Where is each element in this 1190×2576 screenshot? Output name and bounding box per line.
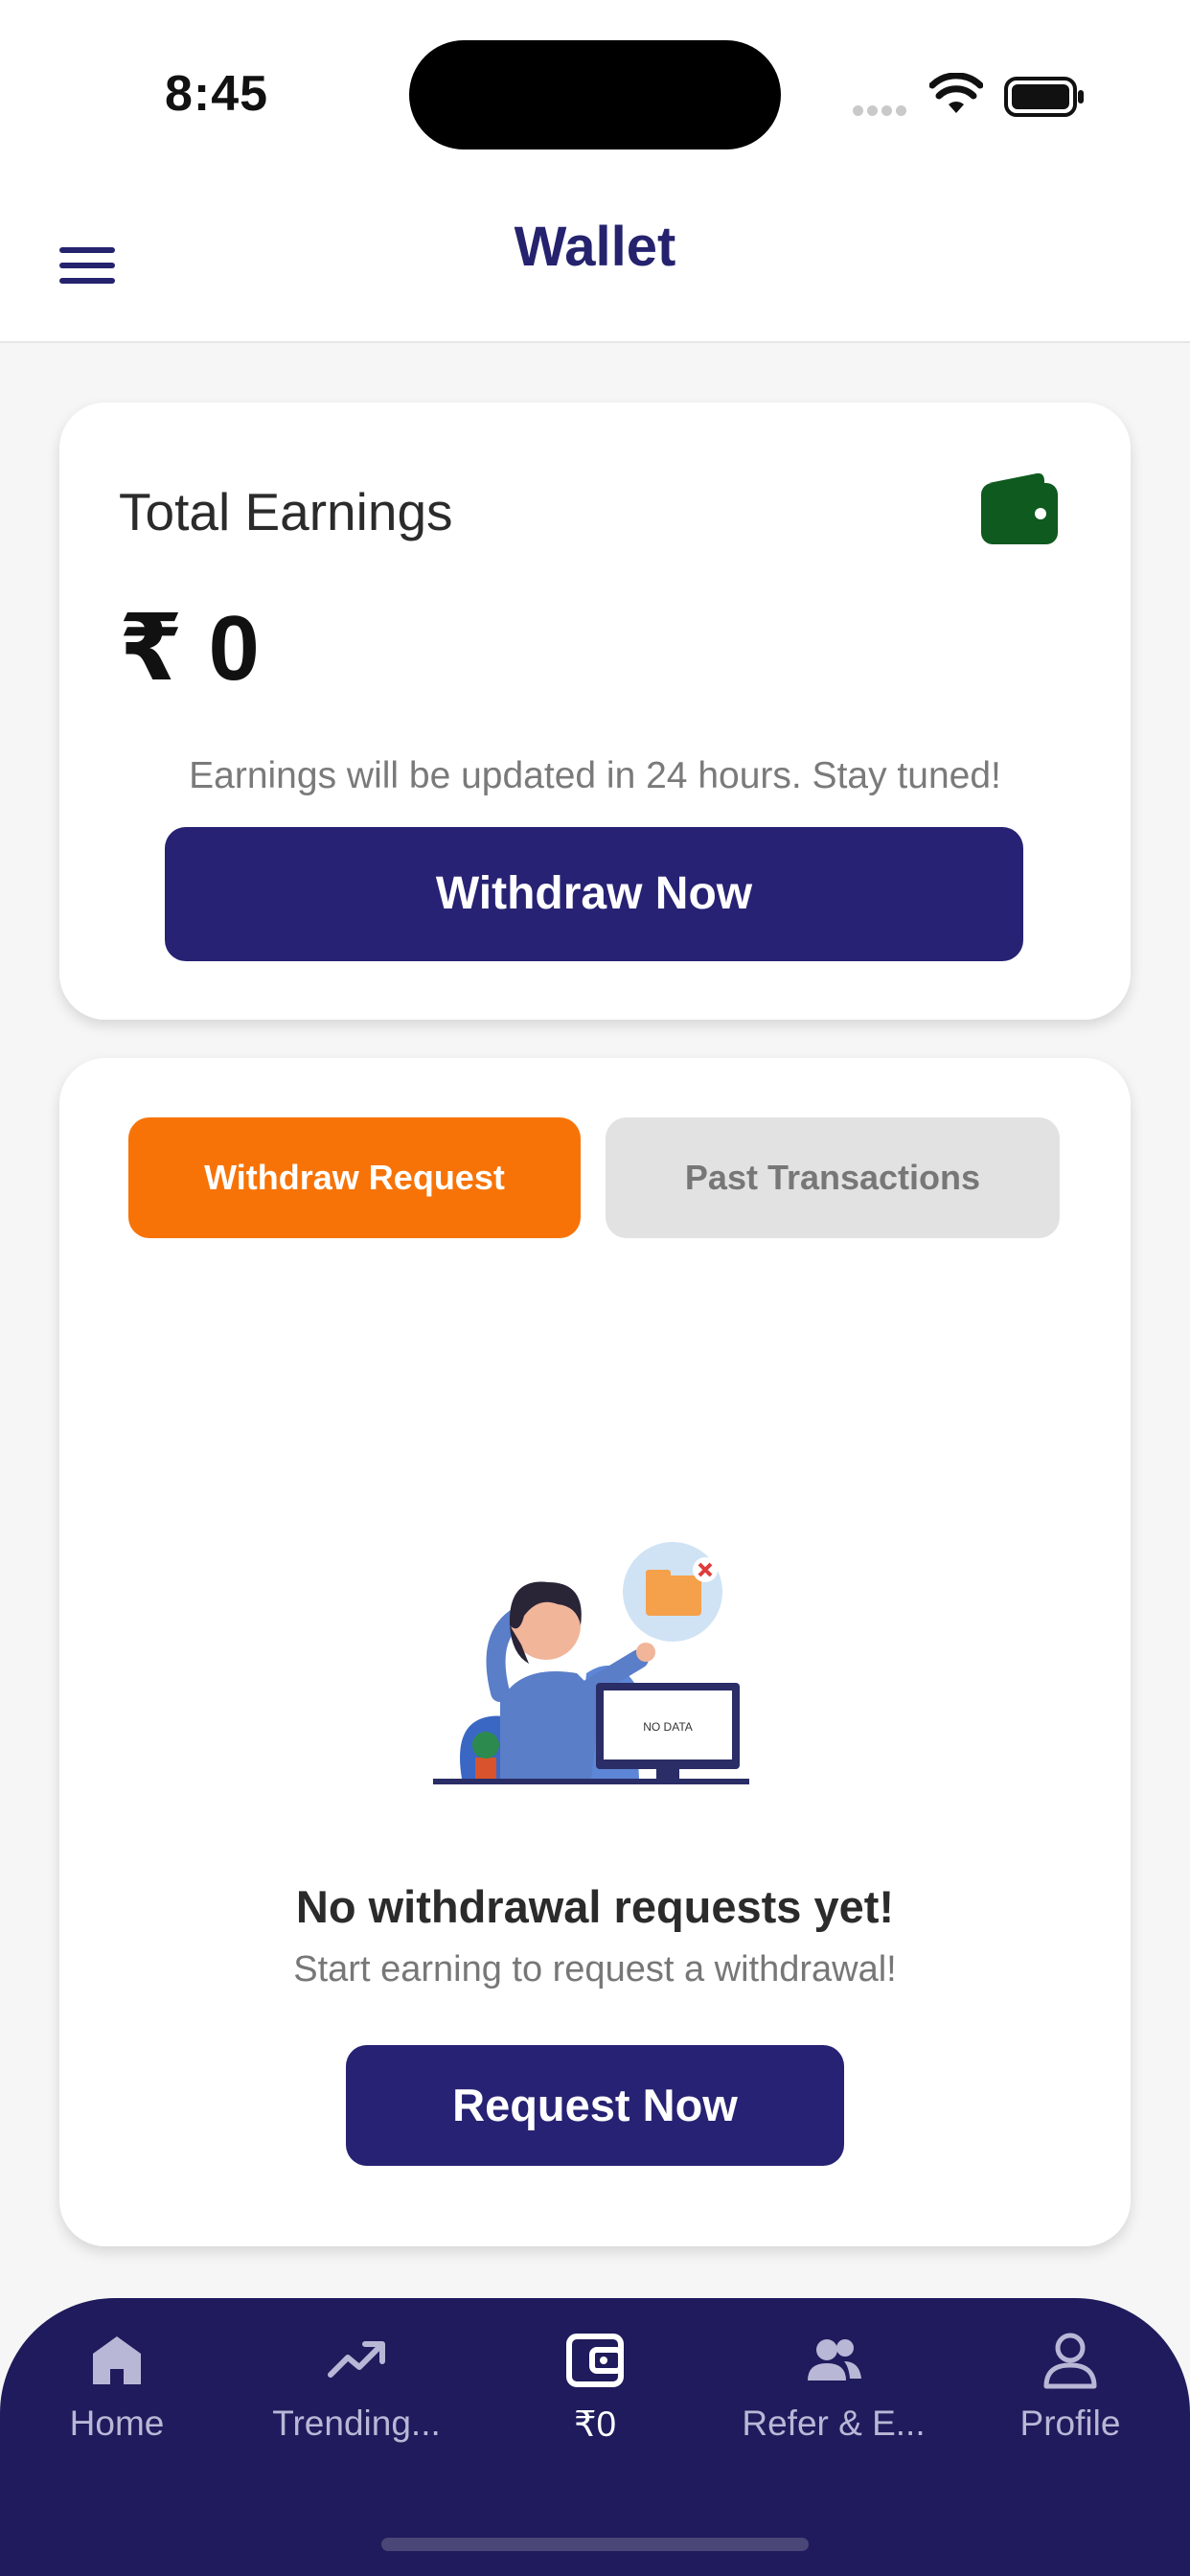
- profile-icon: [1043, 2333, 1097, 2389]
- app-header: Wallet: [0, 182, 1190, 343]
- nav-item-wallet[interactable]: ₹0: [480, 2329, 710, 2445]
- status-time: 8:45: [165, 66, 269, 122]
- earnings-update-note: Earnings will be updated in 24 hours. St…: [189, 755, 1001, 796]
- nav-item-profile[interactable]: Profile: [955, 2329, 1185, 2444]
- dynamic-island: [409, 40, 781, 150]
- nav-label-profile: Profile: [1019, 2404, 1121, 2443]
- tab-past-transactions[interactable]: Past Transactions: [606, 1117, 1060, 1238]
- empty-state-title: No withdrawal requests yet!: [295, 1881, 895, 1932]
- withdraw-requests-card: Withdraw Request Past Transactions NO DA…: [59, 1058, 1131, 2246]
- wallet-icon: [981, 472, 1058, 544]
- nav-label-wallet: ₹0: [573, 2404, 617, 2444]
- empty-state-subtitle: Start earning to request a withdrawal!: [293, 1949, 897, 1990]
- total-earnings-title: Total Earnings: [119, 482, 453, 541]
- trending-icon: [328, 2341, 385, 2378]
- status-bar: 8:45: [0, 0, 1190, 182]
- total-earnings-amount: ₹ 0: [119, 597, 260, 700]
- wallet-icon: [566, 2334, 624, 2387]
- nav-item-home[interactable]: Home: [2, 2329, 232, 2444]
- page-title: Wallet: [514, 216, 676, 278]
- total-earnings-card: Total Earnings ₹ 0 Earnings will be upda…: [59, 402, 1131, 1020]
- nav-label-trending: Trending...: [272, 2404, 441, 2443]
- battery-icon: [1004, 77, 1084, 117]
- nav-label-home: Home: [69, 2404, 165, 2443]
- bottom-navigation: Home Trending... ₹0 Refer & E... Profile: [0, 2298, 1190, 2576]
- nav-item-trending[interactable]: Trending...: [241, 2329, 471, 2444]
- home-icon: [93, 2336, 141, 2384]
- tab-withdraw-request[interactable]: Withdraw Request: [128, 1117, 581, 1238]
- no-data-label: NO DATA: [643, 1720, 693, 1734]
- nav-item-refer[interactable]: Refer & E...: [719, 2329, 949, 2444]
- nav-label-refer: Refer & E...: [742, 2404, 926, 2443]
- wifi-icon: [929, 73, 983, 113]
- request-now-button[interactable]: Request Now: [346, 2045, 844, 2166]
- home-indicator: [381, 2538, 809, 2551]
- cellular-signal-icon: [853, 104, 910, 121]
- no-data-illustration: NO DATA: [433, 1542, 749, 1784]
- withdraw-now-button[interactable]: Withdraw Now: [165, 827, 1023, 961]
- people-icon: [808, 2339, 861, 2380]
